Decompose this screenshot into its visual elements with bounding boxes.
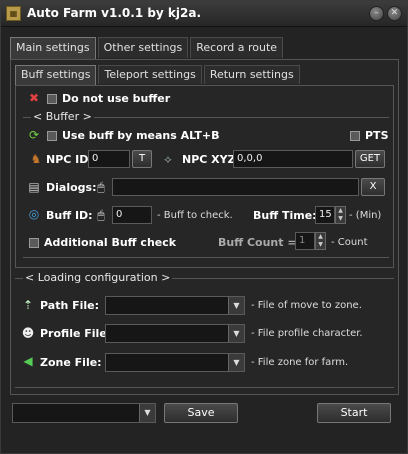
buff-id-hint: - Buff to check.: [157, 210, 233, 221]
path-file-hint: - File of move to zone.: [251, 300, 362, 311]
mouse-icon: 🖱: [97, 208, 105, 222]
main-window: ▦ Auto Farm v1.0.1 by kj2a. – ✕ Main set…: [0, 0, 408, 454]
dialogs-label: Dialogs:: [46, 181, 97, 194]
chevron-down-icon[interactable]: ▼: [139, 404, 155, 422]
mouse-icon: 🖱: [97, 180, 105, 194]
zone-file-hint: - File zone for farm.: [251, 357, 349, 368]
use-alt-b-checkbox[interactable]: [47, 131, 57, 141]
app-icon: ▦: [6, 6, 21, 21]
chevron-down-icon[interactable]: ▼: [228, 354, 244, 371]
additional-buff-check-label: Additional Buff check: [44, 236, 177, 249]
tab-buff-settings[interactable]: Buff settings: [15, 65, 97, 86]
path-icon: ⇡: [22, 298, 34, 312]
buff-time-label: Buff Time:: [253, 209, 317, 222]
buff-swirl-icon: ◎: [28, 207, 40, 221]
scroll-icon: ▤: [28, 180, 40, 194]
tab-main-settings[interactable]: Main settings: [10, 37, 96, 60]
start-button[interactable]: Start: [317, 403, 391, 423]
buff-id-label: Buff ID:: [46, 209, 93, 222]
target-button[interactable]: T: [132, 150, 152, 168]
save-button[interactable]: Save: [164, 403, 238, 423]
profile-file-combo[interactable]: ▼: [105, 324, 245, 343]
get-button[interactable]: GET: [355, 150, 385, 168]
zone-file-label: Zone File:: [40, 356, 102, 369]
refresh-icon: ⟳: [28, 128, 40, 142]
use-alt-b-label: Use buff by means ALT+B: [62, 129, 220, 142]
path-file-combo[interactable]: ▼: [105, 296, 245, 315]
profile-file-hint: - File profile character.: [251, 328, 363, 339]
main-tabs: Main settings Other settings Record a ro…: [10, 37, 285, 60]
do-not-use-buffer-checkbox[interactable]: [47, 94, 57, 104]
zone-icon: ◀: [23, 354, 33, 368]
buff-count-unit: - Count: [331, 237, 368, 248]
config-select[interactable]: ▼: [12, 403, 156, 423]
path-file-label: Path File:: [40, 299, 100, 312]
pts-checkbox[interactable]: [350, 131, 360, 141]
tab-return-settings[interactable]: Return settings: [203, 65, 300, 84]
buff-count-input[interactable]: 1: [295, 232, 315, 250]
buff-count-spinner[interactable]: ▲ ▼: [315, 232, 326, 250]
chevron-down-icon[interactable]: ▼: [228, 297, 244, 314]
npc-xyz-label: NPC XYZ:: [182, 153, 240, 166]
loading-config-title: < Loading configuration >: [23, 271, 173, 284]
axes-icon: ⟡: [164, 152, 172, 166]
close-icon[interactable]: ✕: [387, 6, 402, 21]
dialogs-input[interactable]: [112, 178, 359, 196]
profile-icon: ☻: [21, 326, 35, 340]
do-not-use-buffer-label: Do not use buffer: [62, 92, 171, 105]
buff-id-input[interactable]: 0: [112, 206, 152, 224]
buff-count-label: Buff Count =: [218, 236, 297, 249]
tab-teleport-settings[interactable]: Teleport settings: [98, 65, 202, 84]
clear-dialogs-button[interactable]: X: [361, 178, 385, 196]
buff-time-unit: - (Min): [349, 210, 382, 221]
tab-other-settings[interactable]: Other settings: [97, 37, 189, 58]
profile-file-label: Profile File:: [40, 327, 112, 340]
npc-id-input[interactable]: 0: [88, 150, 130, 168]
zone-file-combo[interactable]: ▼: [105, 353, 245, 372]
pts-label: PTS: [365, 129, 389, 142]
npc-icon: ♞: [30, 152, 42, 166]
npc-xyz-input[interactable]: 0,0,0: [233, 150, 353, 168]
red-x-icon: ✖: [28, 91, 40, 105]
window-title: Auto Farm v1.0.1 by kj2a.: [27, 6, 202, 20]
buff-time-spinner[interactable]: ▲ ▼: [335, 206, 346, 224]
sub-tabs: Buff settings Teleport settings Return s…: [15, 65, 302, 86]
title-bar[interactable]: ▦ Auto Farm v1.0.1 by kj2a. – ✕: [1, 1, 407, 27]
tab-record-route[interactable]: Record a route: [190, 37, 284, 58]
minimize-icon[interactable]: –: [369, 6, 384, 21]
npc-id-label: NPC ID:: [46, 153, 93, 166]
buffer-group-title: < Buffer >: [31, 110, 94, 123]
buff-time-input[interactable]: 15: [315, 206, 335, 224]
additional-buff-check-checkbox[interactable]: [29, 238, 39, 248]
chevron-down-icon[interactable]: ▼: [228, 325, 244, 342]
